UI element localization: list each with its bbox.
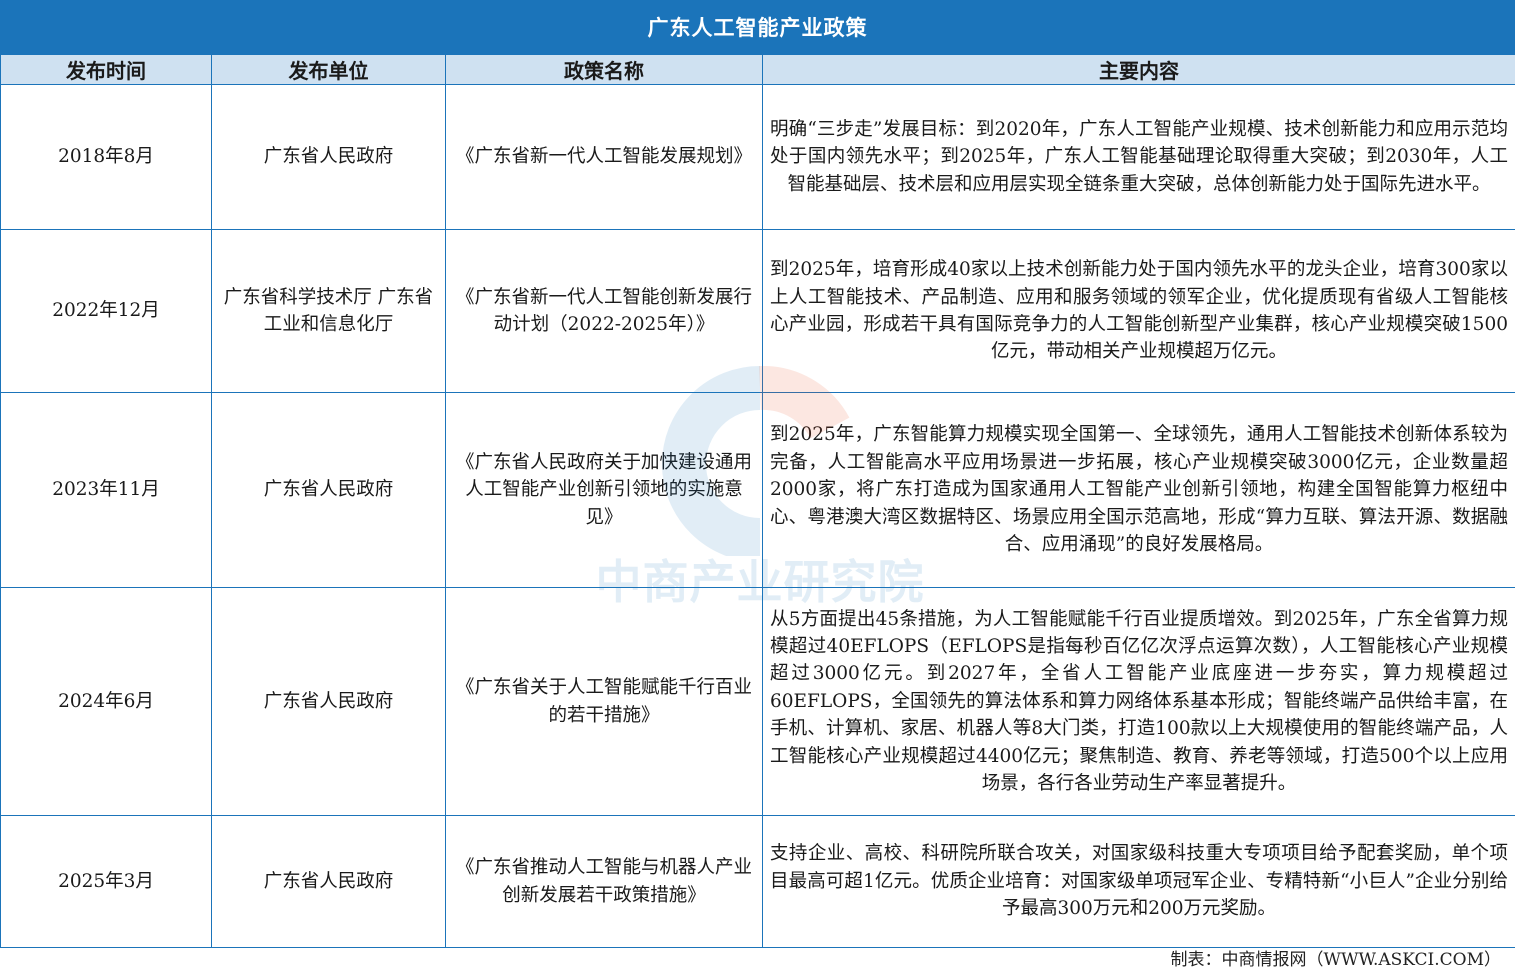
cell-policy: 《广东省新一代人工智能发展规划》 (445, 84, 763, 230)
header-content: 主要内容 (762, 54, 1515, 85)
table-row: 2018年8月 广东省人民政府 《广东省新一代人工智能发展规划》 明确“三步走”… (0, 84, 1515, 230)
table-row: 2023年11月 广东省人民政府 《广东省人民政府关于加快建设通用人工智能产业创… (0, 392, 1515, 588)
cell-issuer: 广东省人民政府 (211, 392, 446, 588)
table-row: 2024年6月 广东省人民政府 《广东省关于人工智能赋能千行百业的若干措施》 从… (0, 587, 1515, 816)
cell-policy: 《广东省关于人工智能赋能千行百业的若干措施》 (445, 587, 763, 816)
header-policy: 政策名称 (445, 54, 763, 85)
cell-issuer: 广东省人民政府 (211, 815, 446, 948)
cell-issuer: 广东省人民政府 (211, 84, 446, 230)
header-date: 发布时间 (0, 54, 212, 85)
source-footer: 制表：中商情报网（WWW.ASKCI.COM） (1170, 950, 1502, 970)
cell-content: 支持企业、高校、科研院所联合攻关，对国家级科技重大专项项目给予配套奖励，单个项目… (762, 815, 1515, 948)
policy-table: 发布时间 发布单位 政策名称 主要内容 2018年8月 广东省人民政府 《广东省… (0, 54, 1515, 948)
cell-date: 2024年6月 (0, 587, 212, 816)
cell-issuer: 广东省科学技术厅 广东省工业和信息化厅 (211, 229, 446, 393)
cell-date: 2018年8月 (0, 84, 212, 230)
cell-policy: 《广东省推动人工智能与机器人产业创新发展若干政策措施》 (445, 815, 763, 948)
table-title: 广东人工智能产业政策 (0, 0, 1515, 54)
cell-policy: 《广东省新一代人工智能创新发展行动计划（2022-2025年）》 (445, 229, 763, 393)
cell-content: 从5方面提出45条措施，为人工智能赋能千行百业提质增效。到2025年，广东全省算… (762, 587, 1515, 816)
table-header-row: 发布时间 发布单位 政策名称 主要内容 (0, 54, 1515, 85)
cell-date: 2025年3月 (0, 815, 212, 948)
table-row: 2025年3月 广东省人民政府 《广东省推动人工智能与机器人产业创新发展若干政策… (0, 815, 1515, 948)
cell-content: 到2025年，广东智能算力规模实现全国第一、全球领先，通用人工智能技术创新体系较… (762, 392, 1515, 588)
cell-content: 到2025年，培育形成40家以上技术创新能力处于国内领先水平的龙头企业，培育30… (762, 229, 1515, 393)
table-row: 2022年12月 广东省科学技术厅 广东省工业和信息化厅 《广东省新一代人工智能… (0, 229, 1515, 393)
cell-policy: 《广东省人民政府关于加快建设通用人工智能产业创新引领地的实施意见》 (445, 392, 763, 588)
cell-date: 2022年12月 (0, 229, 212, 393)
cell-content: 明确“三步走”发展目标：到2020年，广东人工智能产业规模、技术创新能力和应用示… (762, 84, 1515, 230)
header-issuer: 发布单位 (211, 54, 446, 85)
cell-date: 2023年11月 (0, 392, 212, 588)
cell-issuer: 广东省人民政府 (211, 587, 446, 816)
